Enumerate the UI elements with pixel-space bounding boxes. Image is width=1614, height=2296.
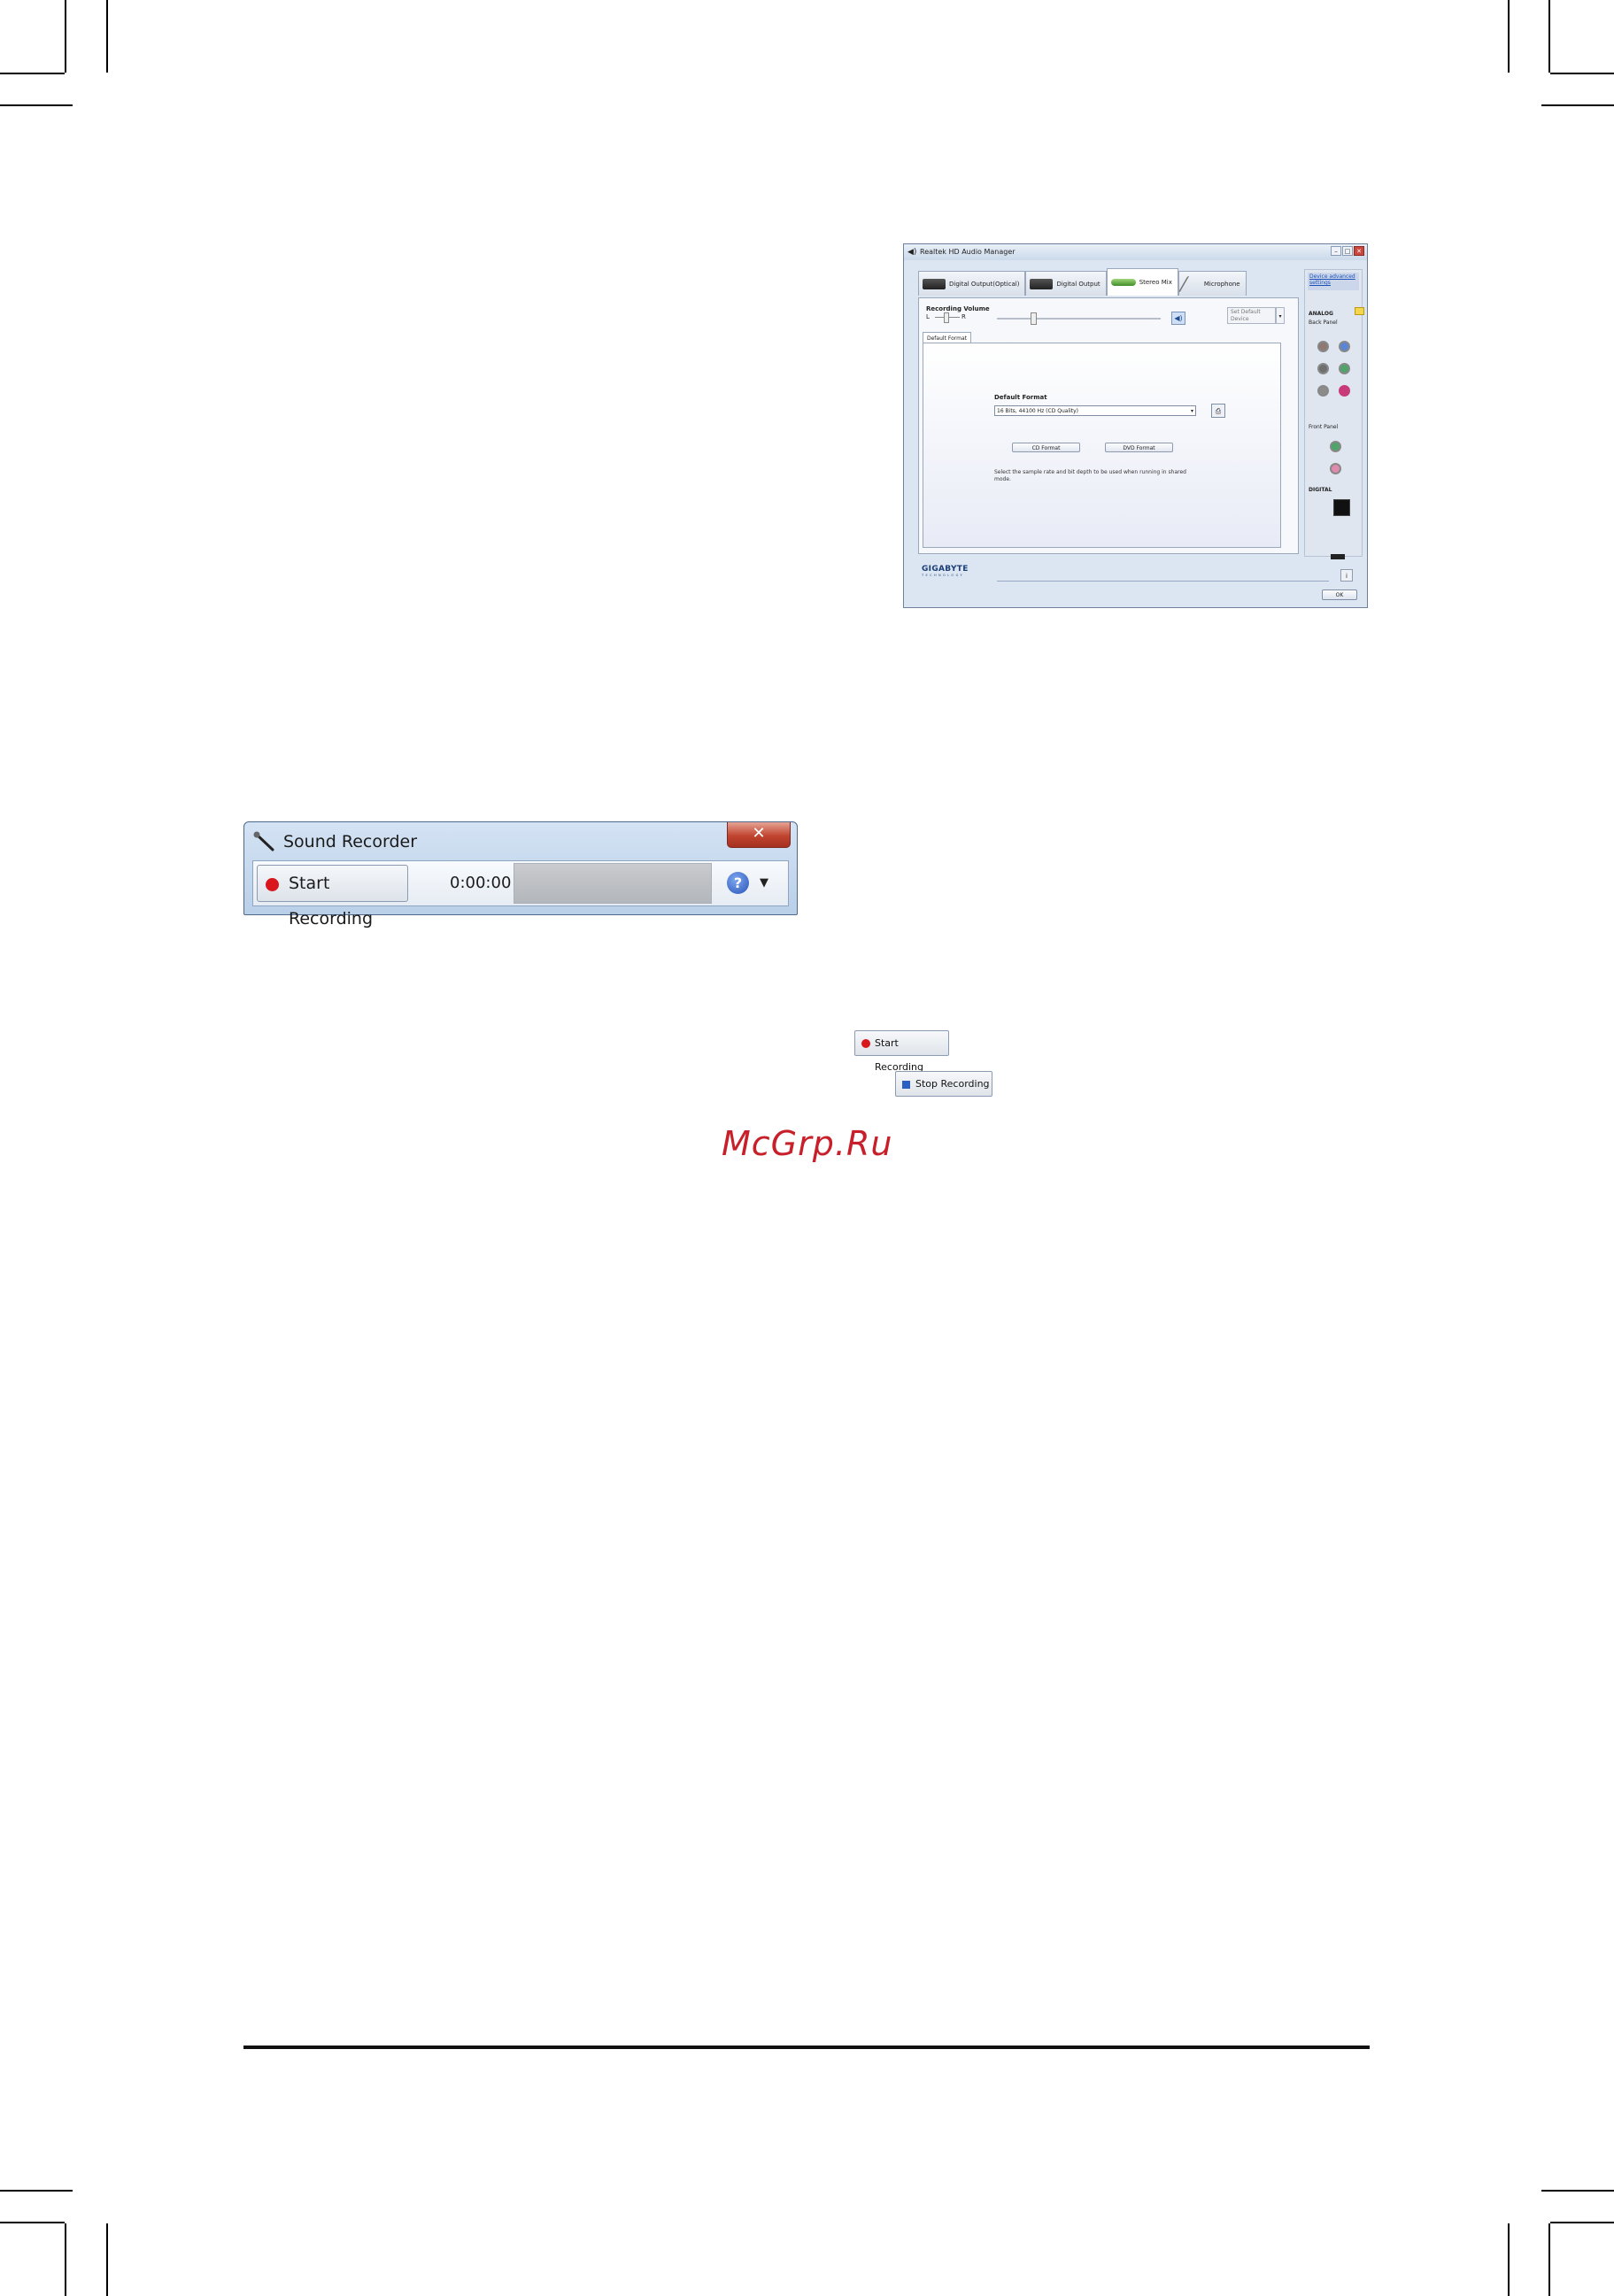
- balance-right-label: R: [961, 313, 966, 320]
- watermark: McGrp.Ru: [722, 1124, 893, 1163]
- format-select[interactable]: 16 Bits, 44100 Hz (CD Quality) ▾: [994, 405, 1196, 416]
- minimize-button[interactable]: –: [1331, 246, 1341, 256]
- tab-label: Stereo Mix: [1139, 279, 1172, 286]
- crop-mark: [1508, 0, 1510, 73]
- speaker-icon: ◀): [907, 248, 917, 257]
- digital-label: DIGITAL: [1309, 487, 1332, 493]
- cd-format-button[interactable]: CD Format: [1012, 443, 1080, 452]
- connector-panel: Device advanced settings ANALOG Back Pan…: [1304, 269, 1364, 559]
- folder-icon[interactable]: [1355, 307, 1364, 315]
- crop-mark: [1548, 0, 1550, 73]
- format-select-value: 16 Bits, 44100 Hz (CD Quality): [997, 408, 1079, 414]
- tab-digital-output[interactable]: Digital Output: [1025, 271, 1107, 296]
- tab-label: Microphone: [1203, 280, 1240, 288]
- crop-mark: [106, 2223, 108, 2296]
- jack-icon[interactable]: [1317, 385, 1329, 397]
- restore-format-icon[interactable]: ⎙: [1211, 404, 1225, 418]
- set-default-dropdown-icon[interactable]: ▾: [1276, 307, 1285, 324]
- analog-label: ANALOG: [1309, 311, 1333, 317]
- bottom-rule: [243, 2046, 1370, 2049]
- realtek-title-bar: ◀) Realtek HD Audio Manager – □ ✕: [904, 244, 1367, 260]
- sound-recorder-window: Sound Recorder ✕ Start Recording 0:00:00…: [243, 821, 798, 928]
- crop-mark: [1550, 2222, 1614, 2223]
- start-recording-label: Start Recording: [289, 874, 374, 928]
- divider: [997, 581, 1329, 582]
- window-controls: – □ ✕: [1331, 246, 1364, 256]
- jack-icon[interactable]: [1330, 441, 1341, 452]
- stereo-mix-icon: [1110, 279, 1136, 286]
- spdif-port-icon[interactable]: [1333, 499, 1350, 516]
- dvd-format-button[interactable]: DVD Format: [1105, 443, 1173, 452]
- stop-recording-label: Stop Recording: [915, 1078, 990, 1090]
- start-recording-button[interactable]: Start Recording: [257, 865, 408, 928]
- crop-mark: [1550, 73, 1614, 74]
- crop-mark: [1548, 2223, 1550, 2296]
- crop-mark: [65, 2223, 66, 2296]
- crop-mark: [65, 0, 66, 73]
- mute-speaker-icon[interactable]: ◀): [1171, 312, 1185, 325]
- default-format-panel: Default Format 16 Bits, 44100 Hz (CD Qua…: [923, 343, 1281, 548]
- volume-slider-thumb[interactable]: [1031, 312, 1037, 325]
- crop-mark: [0, 73, 65, 74]
- tab-microphone[interactable]: Microphone: [1178, 271, 1247, 296]
- jack-icon[interactable]: [1339, 363, 1350, 374]
- tab-label: Digital Output: [1056, 280, 1100, 288]
- tab-stereo-mix[interactable]: Stereo Mix: [1106, 268, 1178, 296]
- volume-slider-track: [997, 318, 1161, 320]
- record-icon: [861, 1039, 870, 1048]
- optical-device-icon: [923, 278, 946, 289]
- default-format-label: Default Format: [994, 394, 1047, 401]
- stop-icon: [902, 1081, 910, 1089]
- crop-mark: [1541, 104, 1614, 106]
- window-title: Sound Recorder: [283, 832, 418, 851]
- start-recording-button[interactable]: Start Recording: [854, 1030, 949, 1073]
- microphone-icon: [1178, 275, 1206, 292]
- stop-recording-button[interactable]: Stop Recording: [895, 1071, 992, 1097]
- jack-icon[interactable]: [1330, 463, 1341, 474]
- device-tabs: Digital Output(Optical) Digital Output S…: [918, 268, 1247, 297]
- balance-left-label: L: [926, 313, 930, 320]
- elapsed-time: 0:00:00: [450, 874, 512, 892]
- crop-mark: [0, 104, 73, 106]
- back-panel-label: Back Panel: [1309, 320, 1338, 326]
- hdmi-port-icon[interactable]: [1331, 554, 1345, 559]
- recorder-toolbar: Start Recording 0:00:00 ? ▼: [252, 860, 789, 928]
- jack-icon[interactable]: [1339, 341, 1350, 352]
- jack-icon[interactable]: [1317, 363, 1329, 374]
- gigabyte-logo: GIGABYTE: [922, 565, 969, 574]
- close-button[interactable]: ✕: [1354, 246, 1364, 256]
- digital-device-icon: [1030, 278, 1054, 289]
- crop-mark: [0, 2222, 65, 2223]
- help-icon[interactable]: ?: [727, 872, 749, 894]
- level-meter: [514, 863, 712, 904]
- ok-button[interactable]: OK: [1322, 589, 1357, 600]
- device-advanced-settings-link[interactable]: Device advanced settings: [1308, 273, 1359, 290]
- microphone-icon: [253, 831, 274, 851]
- chevron-down-icon[interactable]: ▼: [760, 861, 768, 905]
- realtek-audio-manager-window: ◀) Realtek HD Audio Manager – □ ✕ Digita…: [903, 243, 1368, 608]
- balance-slider-thumb[interactable]: [944, 312, 949, 323]
- info-icon[interactable]: i: [1340, 569, 1353, 582]
- jack-icon[interactable]: [1339, 385, 1350, 397]
- crop-mark: [106, 0, 108, 73]
- gigabyte-logo-subtitle: TECHNOLOGY: [922, 574, 965, 577]
- crop-mark: [0, 2190, 73, 2192]
- format-description: Select the sample rate and bit depth to …: [994, 469, 1186, 482]
- recording-volume-label: Recording Volume: [926, 305, 990, 312]
- crop-mark: [1541, 2190, 1614, 2192]
- realtek-title: Realtek HD Audio Manager: [920, 248, 1016, 256]
- tab-label: Digital Output(Optical): [949, 280, 1020, 288]
- jack-icon[interactable]: [1317, 341, 1329, 352]
- maximize-button[interactable]: □: [1342, 246, 1353, 256]
- tab-digital-output-optical[interactable]: Digital Output(Optical): [918, 271, 1026, 296]
- stereo-mix-panel: Recording Volume L R ◀) Set Default Devi…: [918, 297, 1299, 554]
- chevron-down-icon: ▾: [1190, 408, 1193, 414]
- record-icon: [266, 878, 279, 891]
- set-default-device-button[interactable]: Set Default Device: [1227, 307, 1276, 324]
- crop-mark: [1508, 2223, 1510, 2296]
- front-panel-label: Front Panel: [1309, 424, 1339, 430]
- close-button[interactable]: ✕: [727, 822, 791, 848]
